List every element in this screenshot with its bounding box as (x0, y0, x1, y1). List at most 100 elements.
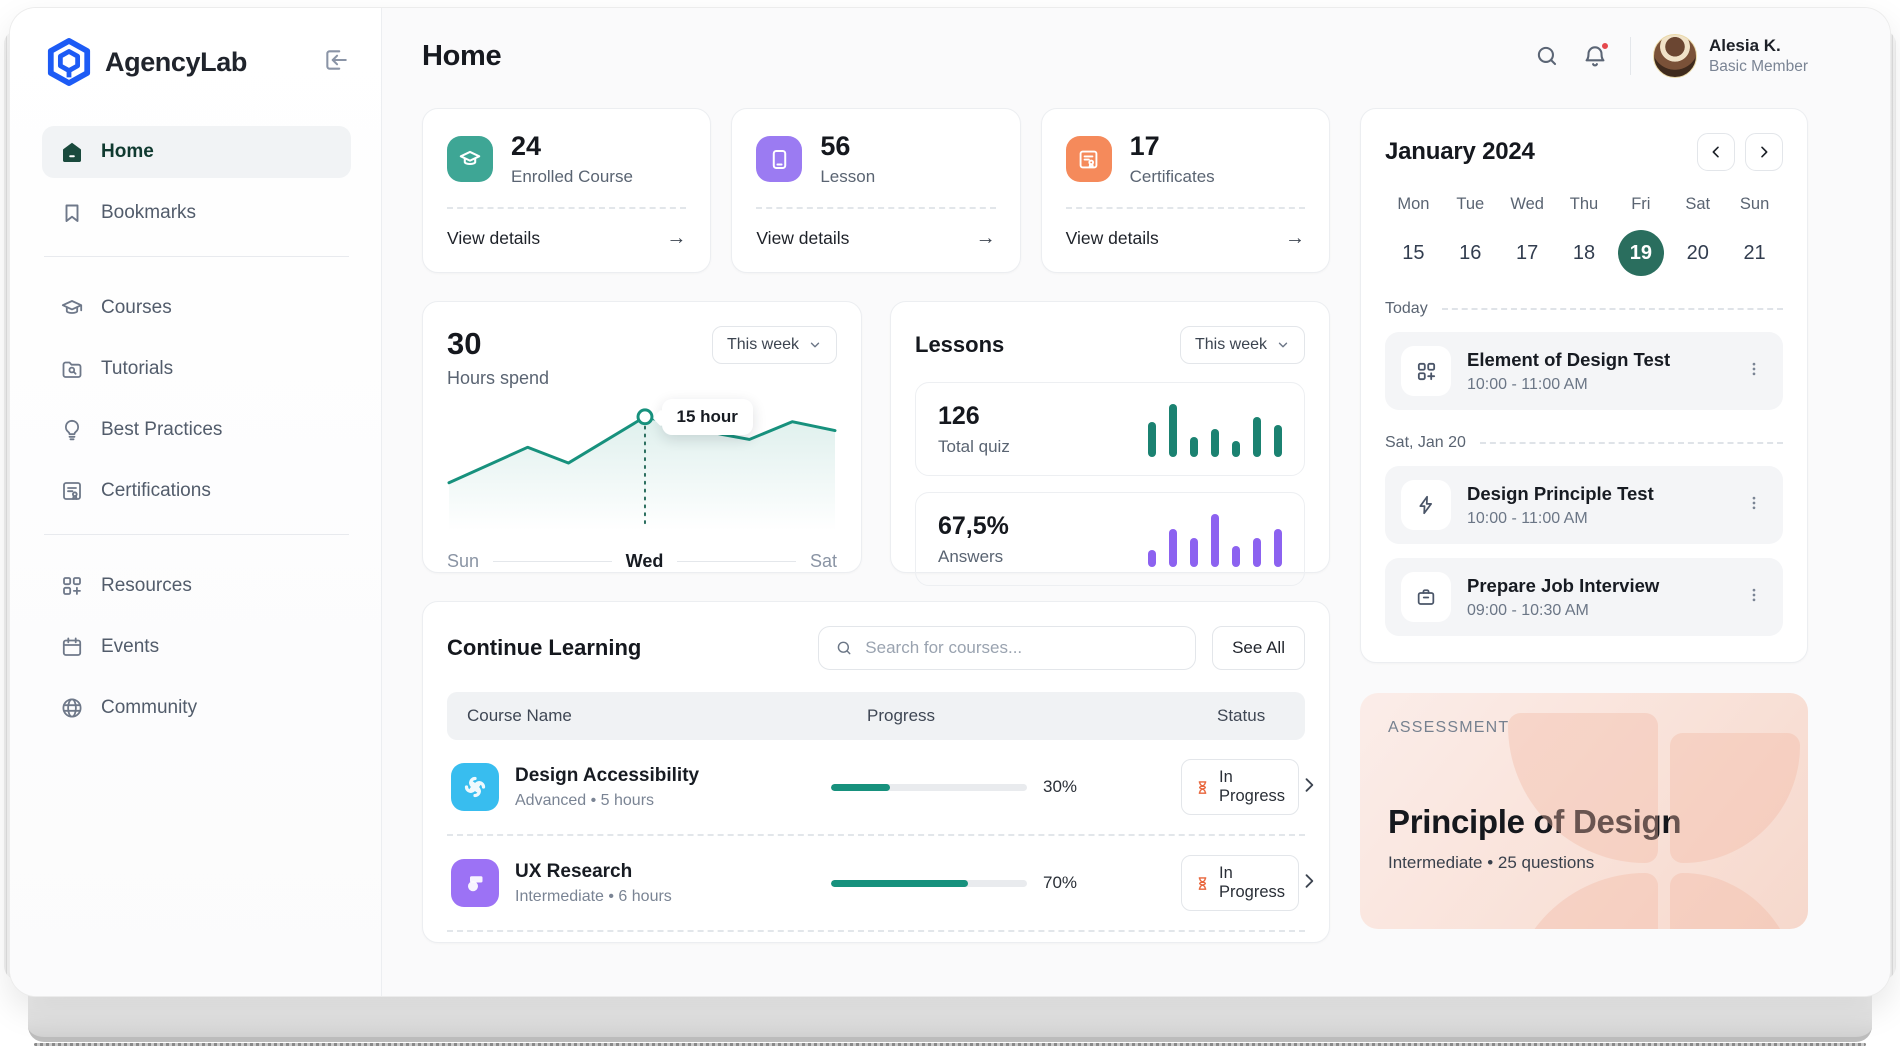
stat-card-lesson: 56 Lesson View details → (731, 108, 1020, 273)
lightning-icon (1401, 480, 1451, 530)
hours-spend-card: 30 Hours spend This week (422, 301, 862, 573)
sidebar-divider (44, 256, 349, 257)
sidebar-collapse-icon[interactable] (323, 47, 349, 78)
calendar-icon (60, 635, 84, 659)
calendar-next-button[interactable] (1745, 133, 1783, 171)
stat-label: Certificates (1130, 167, 1215, 187)
event-time: 10:00 - 11:00 AM (1467, 510, 1654, 528)
kebab-menu-icon[interactable] (1741, 356, 1767, 387)
event-title: Design Principle Test (1467, 483, 1654, 505)
kebab-menu-icon[interactable] (1741, 490, 1767, 521)
lessons-title: Lessons (915, 332, 1004, 358)
course-search-input[interactable] (865, 638, 1179, 658)
course-name: UX Research (515, 861, 672, 883)
notifications-bell-icon[interactable] (1582, 43, 1608, 69)
status-badge: In Progress (1181, 855, 1299, 911)
sidebar-item-courses[interactable]: Courses (42, 282, 351, 334)
lessons-filter-dropdown[interactable]: This week (1180, 326, 1305, 364)
calendar-date[interactable]: 21 (1726, 230, 1783, 276)
sidebar-divider (44, 534, 349, 535)
event-title: Prepare Job Interview (1467, 575, 1659, 597)
table-header: Course Name Progress Status (447, 692, 1305, 740)
sidebar-item-events[interactable]: Events (42, 621, 351, 673)
total-quiz-stat: 126 Total quiz (915, 382, 1305, 476)
decorative-petal (1508, 873, 1658, 929)
sidebar-item-tutorials[interactable]: Tutorials (42, 343, 351, 395)
calendar-date[interactable]: 17 (1499, 230, 1556, 276)
answers-stat: 67,5% Answers (915, 492, 1305, 586)
search-icon[interactable] (1534, 43, 1560, 69)
see-all-button[interactable]: See All (1212, 626, 1305, 670)
chevron-right-icon[interactable] (1299, 775, 1319, 800)
view-details-link[interactable]: View details → (756, 221, 995, 256)
calendar-card: January 2024 MonTueWedT (1360, 108, 1808, 663)
chevron-right-icon (1756, 144, 1772, 160)
sidebar-item-bookmarks[interactable]: Bookmarks (42, 187, 351, 239)
view-details-link[interactable]: View details → (447, 221, 686, 256)
folder-search-icon (60, 357, 84, 381)
calendar-date[interactable]: 20 (1669, 230, 1726, 276)
chevron-down-icon (1276, 338, 1290, 352)
user-menu[interactable]: Alesia K. Basic Member (1653, 34, 1808, 78)
chevron-right-icon[interactable] (1299, 871, 1319, 896)
continue-learning-card: Continue Learning See All Course Name Pr… (422, 601, 1330, 943)
stat-value: 56 (820, 131, 875, 162)
calendar-date[interactable]: 18 (1556, 230, 1613, 276)
progress-label: 70% (1043, 873, 1077, 893)
sidebar-item-certifications[interactable]: Certifications (42, 465, 351, 517)
grid-plus-icon (1401, 346, 1451, 396)
total-quiz-value: 126 (938, 402, 1010, 431)
hours-filter-dropdown[interactable]: This week (712, 326, 837, 364)
event-item[interactable]: Prepare Job Interview 09:00 - 10:30 AM (1385, 558, 1783, 636)
event-item[interactable]: Element of Design Test 10:00 - 11:00 AM (1385, 332, 1783, 410)
sidebar-item-home[interactable]: Home (42, 126, 351, 178)
calendar-date[interactable]: 16 (1442, 230, 1499, 276)
user-role: Basic Member (1709, 58, 1808, 76)
hourglass-icon (1195, 876, 1210, 891)
answers-value: 67,5% (938, 512, 1009, 541)
calendar-date-selected[interactable]: 19 (1612, 230, 1669, 276)
sidebar-item-resources[interactable]: Resources (42, 560, 351, 612)
event-title: Element of Design Test (1467, 349, 1670, 371)
table-row[interactable]: UX Research Intermediate • 6 hours 70% (447, 836, 1305, 930)
view-details-link[interactable]: View details → (1066, 221, 1305, 256)
course-search (818, 626, 1196, 670)
stat-value: 17 (1130, 131, 1215, 162)
laptop-base (28, 994, 1872, 1042)
briefcase-icon (1401, 572, 1451, 622)
grid-plus-icon (60, 574, 84, 598)
event-item[interactable]: Design Principle Test 10:00 - 11:00 AM (1385, 466, 1783, 544)
notification-dot (1600, 41, 1610, 51)
main-header: Home Alesia K. Basic Member (422, 34, 1808, 78)
user-name: Alesia K. (1709, 36, 1808, 56)
brand-row: AgencyLab (42, 38, 351, 86)
arrow-right-icon: → (666, 227, 686, 250)
kebab-menu-icon[interactable] (1741, 582, 1767, 613)
stat-card-certificates: 17 Certificates View details → (1041, 108, 1330, 273)
course-meta: Intermediate • 6 hours (515, 888, 672, 906)
mockup-stage: AgencyLab Home (0, 0, 1900, 1053)
event-time: 09:00 - 10:30 AM (1467, 602, 1659, 620)
continue-learning-title: Continue Learning (447, 635, 641, 661)
calendar-date[interactable]: 15 (1385, 230, 1442, 276)
certificates-icon (1066, 136, 1112, 182)
event-time: 10:00 - 11:00 AM (1467, 376, 1670, 394)
progress-label: 30% (1043, 777, 1077, 797)
calendar-prev-button[interactable] (1697, 133, 1735, 171)
assessment-banner[interactable]: ASSESSMENT Principle of Design Intermedi… (1360, 693, 1808, 929)
sidebar-item-label: Resources (101, 575, 192, 597)
table-row[interactable]: Design Accessibility Advanced • 5 hours … (447, 740, 1305, 834)
header-divider (1630, 37, 1631, 75)
sidebar-item-label: Courses (101, 297, 172, 319)
hourglass-icon (1195, 780, 1210, 795)
status-badge: In Progress (1181, 759, 1299, 815)
sidebar-item-community[interactable]: Community (42, 682, 351, 734)
sidebar-item-best-practices[interactable]: Best Practices (42, 404, 351, 456)
calendar-week: MonTueWedThuFriSatSun 15 16 17 18 19 20 … (1385, 195, 1783, 276)
bookmark-icon (60, 201, 84, 225)
arrow-right-icon: → (1285, 227, 1305, 250)
chevron-down-icon (808, 338, 822, 352)
course-name: Design Accessibility (515, 765, 699, 787)
main-area: Home Alesia K. Basic Member (382, 8, 1890, 996)
enrolled-course-icon (447, 136, 493, 182)
